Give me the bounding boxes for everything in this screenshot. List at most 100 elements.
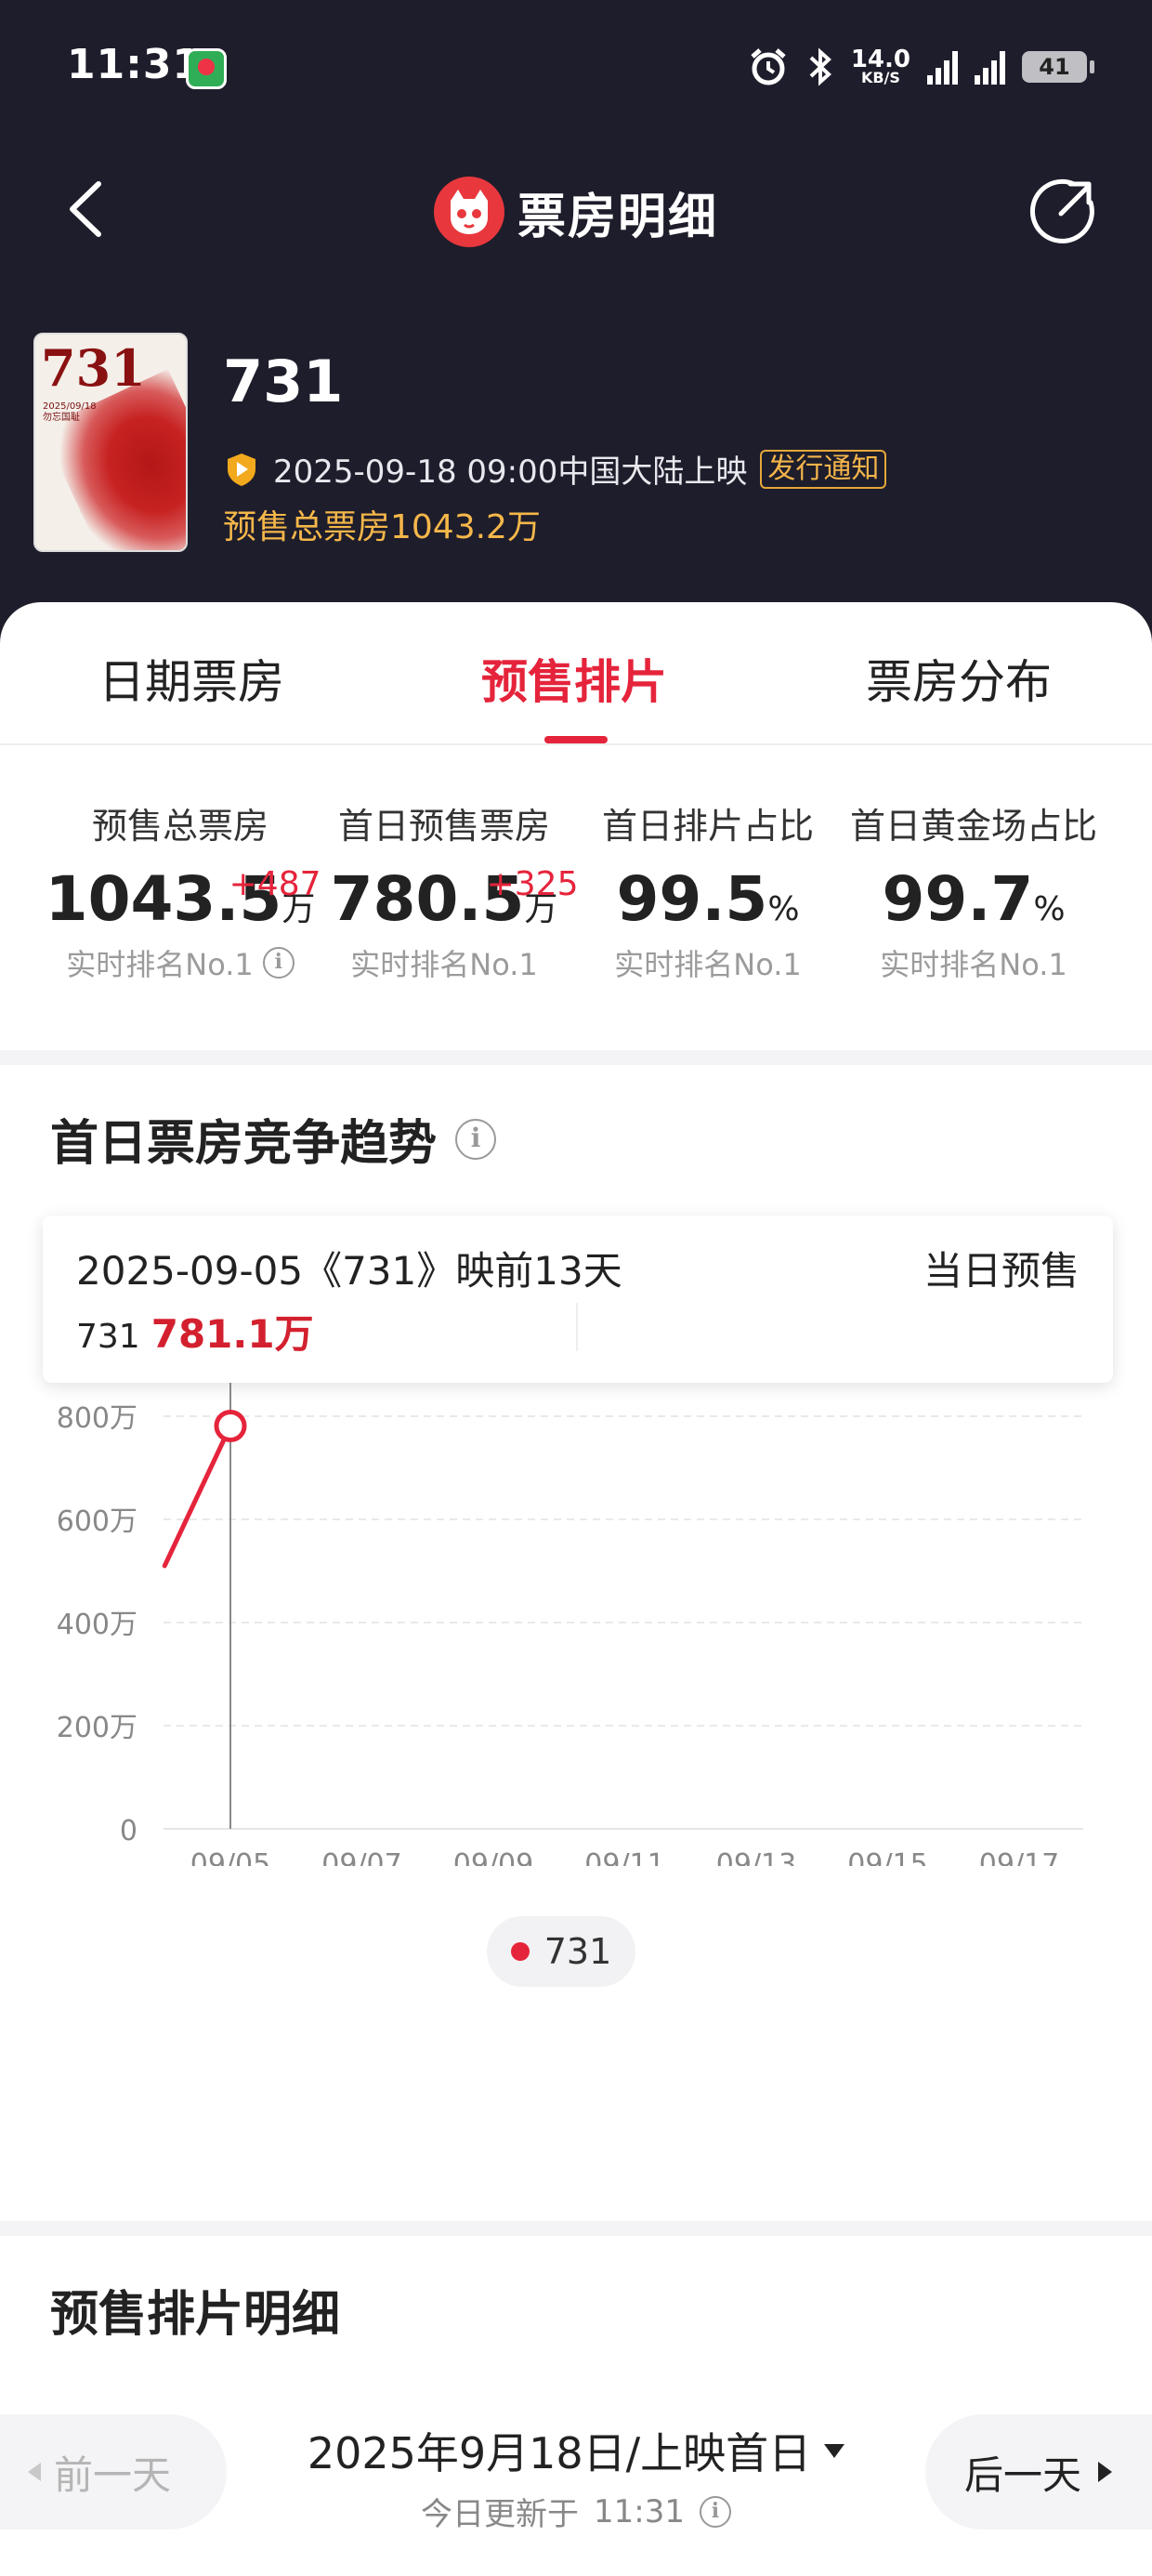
stat-rank: 实时排名No.1 [305, 941, 583, 984]
section-divider [0, 1050, 1152, 1065]
app-notification-icon [186, 48, 227, 89]
trend-title-text: 首日票房竞争趋势 [50, 1116, 438, 1172]
tab-box-office-distribution[interactable]: 票房分布 [866, 645, 1052, 712]
triangle-down-icon [824, 2443, 845, 2458]
stat-label: 首日黄金场占比 [849, 806, 1097, 847]
stat-value: 99.7% [882, 865, 1065, 934]
poster-slogan: 勿忘国耻 [43, 413, 80, 423]
bluetooth-icon [809, 47, 831, 86]
info-icon[interactable]: i [699, 2495, 731, 2528]
info-icon[interactable]: i [455, 1118, 497, 1160]
stat-label: 预售总票房 [91, 806, 268, 847]
page-title: 票房明细 [517, 189, 718, 245]
stat-first-day-prime-time-share: 首日黄金场占比 99.7% 实时排名No.1 [834, 797, 1113, 984]
tooltip-series-name: 731 [76, 1318, 140, 1356]
stats-row: 预售总票房 1043.5万 +487 实时排名No.1 i 首日预售票房 780.5… [0, 797, 1152, 982]
y-tick-label: 600万 [57, 1505, 137, 1538]
x-tick-label: 09/05 [190, 1848, 270, 1866]
trend-chart[interactable]: 0 200万 400万 600万 800万 09/05 09/07 09/09 09/11 09/… [0, 1383, 1152, 1866]
stat-rank-text: 实时排名No.1 [614, 947, 802, 982]
signal-5g-1-icon [927, 49, 958, 85]
y-tick-label: 0 [120, 1815, 137, 1847]
status-time: 11:31 [67, 41, 203, 88]
stat-increase: +325 [486, 865, 579, 903]
legend-label: 731 [543, 1931, 612, 1972]
tooltip-metric-label: 当日预售 [923, 1248, 1080, 1294]
release-notice-tag[interactable]: 发行通知 [760, 449, 887, 489]
tooltip-separator [576, 1303, 578, 1351]
release-info: 2025-09-18 09:00中国大陆上映 发行通知 [223, 446, 887, 492]
shield-badge-icon [228, 453, 255, 486]
trend-section-title: 首日票房竞争趋势 i [50, 1104, 497, 1174]
movie-title: 731 [223, 348, 344, 415]
stat-label: 首日排片占比 [601, 806, 814, 847]
active-tab-indicator [544, 736, 608, 743]
alarm-icon [751, 48, 786, 85]
x-tick-label: 09/15 [847, 1848, 927, 1866]
stat-value: 1043.5万 +487 [46, 865, 321, 934]
movie-poster[interactable]: 731 2025/09/18 勿忘国耻 [33, 333, 188, 552]
triangle-right-icon [1098, 2462, 1113, 2482]
tooltip-series: 731 781.1万 [76, 1303, 314, 1360]
nav-title-group: 票房明细 [0, 177, 1152, 247]
selected-date: 2025年9月18日/上映首日 [307, 2428, 812, 2478]
chart-legend[interactable]: 731 [487, 1916, 635, 1987]
update-info: 今日更新于 11:31 i [279, 2489, 873, 2534]
next-day-button[interactable]: 后一天 [925, 2414, 1152, 2530]
presale-total-text: 预售总票房1043.2万 [223, 508, 541, 546]
stat-number: 99.7 [882, 863, 1034, 935]
share-icon[interactable] [1026, 173, 1100, 247]
x-tick-label: 09/11 [584, 1848, 664, 1866]
date-main: 2025年9月18日/上映首日 [307, 2420, 845, 2481]
tab-date-box-office[interactable]: 日期票房 [98, 645, 284, 712]
x-tick-label: 09/07 [321, 1848, 401, 1866]
info-icon[interactable]: i [262, 947, 295, 979]
tab-presale-schedule[interactable]: 预售排片 [481, 645, 667, 712]
network-speed: 14.0 KB/S [851, 47, 910, 86]
stat-value: 780.5万 +325 [331, 865, 579, 934]
stat-rank: 实时排名No.1 [569, 941, 847, 984]
stat-unit: % [1033, 890, 1066, 928]
legend-dot [510, 1942, 530, 1961]
chart-tooltip: 2025-09-05《731》映前13天 当日预售 731 781.1万 [43, 1216, 1113, 1383]
prev-day-button[interactable]: 前一天 [0, 2414, 227, 2530]
signal-5g-2-icon [975, 49, 1005, 85]
stat-rank: 实时排名No.1 [834, 941, 1113, 984]
battery-icon: 41 [1022, 51, 1094, 83]
tooltip-date: 2025-09-05《731》映前13天 [76, 1248, 622, 1294]
stat-rank: 实时排名No.1 i [41, 941, 320, 984]
next-day-label: 后一天 [964, 2451, 1082, 2498]
section-divider [0, 2221, 1152, 2236]
stat-rank-text: 实时排名No.1 [880, 947, 1067, 982]
nav-bar: 票房明细 [0, 149, 1152, 269]
y-tick-label: 800万 [57, 1402, 137, 1435]
release-date-text: 2025-09-18 09:00中国大陆上映 [273, 453, 748, 491]
highlighted-point [214, 1409, 247, 1442]
poster-title: 731 [41, 338, 146, 398]
date-navigator: 前一天 2025年9月18日/上映首日 今日更新于 11:31 i 后一天 [0, 2414, 1152, 2535]
stat-label: 首日预售票房 [337, 806, 550, 847]
triangle-left-icon [28, 2463, 41, 2481]
poster-date: 2025/09/18 [43, 401, 97, 412]
date-selector[interactable]: 2025年9月18日/上映首日 今日更新于 11:31 i [279, 2420, 873, 2534]
stat-value: 99.5% [616, 865, 799, 934]
network-speed-unit: KB/S [860, 69, 900, 86]
update-time: 11:31 [594, 2492, 685, 2530]
x-tick-label: 09/13 [716, 1848, 796, 1866]
tooltip-series-value: 781.1万 [151, 1311, 314, 1357]
stat-presale-total: 预售总票房 1043.5万 +487 实时排名No.1 i [41, 797, 321, 984]
tab-bar: 日期票房 预售排片 票房分布 [0, 602, 1152, 745]
content-card: 日期票房 预售排片 票房分布 预售总票房 1043.5万 +487 实时排名No.… [0, 602, 1152, 2576]
maoyan-cat-icon [433, 177, 504, 247]
x-tick-label: 09/09 [453, 1848, 533, 1866]
stat-number: 99.5 [616, 863, 768, 935]
series-line [162, 1423, 233, 1569]
stat-first-day-screening-share: 首日排片占比 99.5% 实时排名No.1 [569, 797, 847, 984]
y-tick-label: 200万 [57, 1712, 137, 1744]
detail-title-text: 预售排片明细 [50, 2287, 341, 2343]
stat-unit: % [767, 890, 800, 928]
stat-rank-text: 实时排名No.1 [350, 947, 538, 982]
movie-info: 731 2025/09/18 勿忘国耻 731 2025-09-18 09:00… [33, 333, 1130, 556]
detail-section-title: 预售排片明细 [50, 2275, 340, 2345]
status-icons: 14.0 KB/S 41 [747, 41, 1094, 93]
